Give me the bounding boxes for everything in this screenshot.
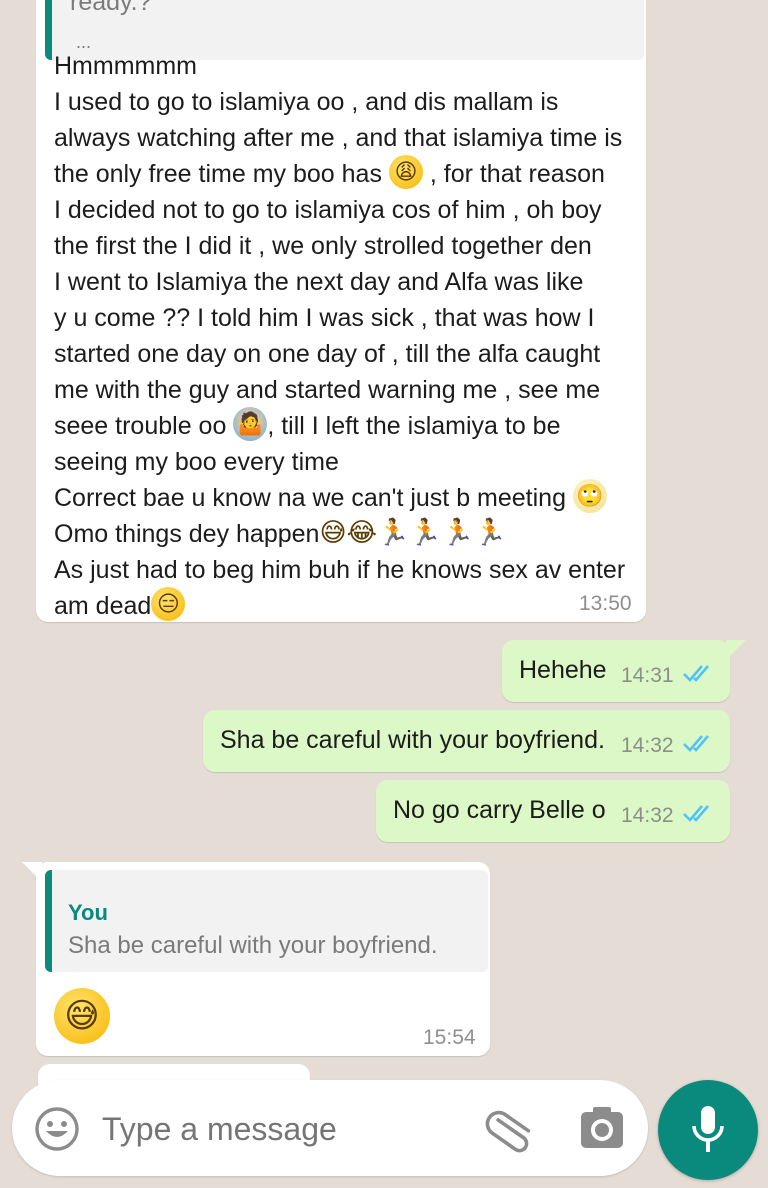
microphone-icon bbox=[692, 1106, 724, 1152]
double-check-icon bbox=[683, 805, 709, 822]
face-with-rolling-eyes-emoji: 🙄 bbox=[572, 479, 607, 514]
outgoing-message[interactable]: Sha be careful with your boyfriend. 14:3… bbox=[203, 710, 730, 772]
message-line: am dead 😑 bbox=[54, 587, 654, 624]
message-line-text: Omo things dey happen bbox=[54, 520, 320, 548]
message-time: 13:50 bbox=[579, 592, 632, 615]
message-line: y u come ?? I told him I was sick , that… bbox=[54, 300, 654, 336]
quoted-message-text: Sha be careful with your boyfriend. bbox=[68, 932, 438, 959]
outgoing-message-text: Hehehe bbox=[519, 656, 607, 684]
quoted-message[interactable]: You Sha be careful with your boyfriend. bbox=[45, 870, 488, 972]
expressionless-face-emoji: 😑 bbox=[151, 587, 186, 622]
message-line-text: am dead bbox=[54, 592, 152, 620]
quote-author: You bbox=[68, 900, 108, 925]
message-line: me with the guy and started warning me ,… bbox=[54, 372, 654, 408]
message-line: As just had to beg him buh if he knows s… bbox=[54, 552, 654, 588]
message-time: 15:54 bbox=[423, 1026, 476, 1049]
message-line-text: seee trouble oo bbox=[54, 412, 227, 440]
bubble-tail bbox=[726, 640, 746, 660]
message-text: Hmmmmmm I used to go to islamiya oo , and… bbox=[54, 48, 654, 624]
weary-face-emoji: 😩 bbox=[388, 155, 423, 190]
message-line: Correct bae u know na we can't just b me… bbox=[54, 479, 654, 516]
double-check-icon bbox=[683, 665, 709, 682]
grinning-sweat-and-joy-emojis: 😅😂🏃🏃🏃🏃 bbox=[319, 517, 507, 548]
camera-icon[interactable] bbox=[578, 1106, 626, 1150]
message-line: Omo things dey happen😅😂🏃🏃🏃🏃 bbox=[54, 516, 654, 552]
quoted-message-text: ready.? bbox=[70, 0, 152, 16]
grinning-face-with-sweat-emoji: 😅 bbox=[54, 988, 110, 1044]
message-line: the first the I did it , we only strolle… bbox=[54, 228, 654, 264]
message-line-text: the only free time my boo has bbox=[54, 160, 382, 188]
message-line: started one day on one day of , till the… bbox=[54, 336, 654, 372]
paperclip-icon[interactable] bbox=[484, 1104, 536, 1156]
incoming-reply-message[interactable]: You Sha be careful with your boyfriend. … bbox=[36, 862, 490, 1056]
smiley-icon[interactable] bbox=[34, 1106, 80, 1152]
incoming-message-long[interactable]: ready.? ... Hmmmmmm I used to go to islam… bbox=[36, 0, 646, 622]
double-check-icon bbox=[683, 735, 709, 752]
message-line-text: always watching after me , and that isla… bbox=[54, 124, 623, 152]
message-line-text: I decided not to go to islamiya cos of h… bbox=[54, 196, 602, 224]
message-line-text: me with the guy and started warning me ,… bbox=[54, 376, 601, 404]
outgoing-message[interactable]: Hehehe 14:31 bbox=[502, 640, 730, 702]
message-line-text: As just had to beg him buh if he knows s… bbox=[54, 556, 626, 584]
message-line-text: , till I left the islamiya to be bbox=[267, 412, 561, 440]
message-line-text: , for that reason bbox=[422, 160, 605, 188]
outgoing-message-text: No go carry Belle o bbox=[393, 796, 606, 824]
message-line: seeing my boo every time bbox=[54, 444, 654, 480]
voice-record-button[interactable] bbox=[658, 1080, 758, 1180]
message-line-text: seeing my boo every time bbox=[54, 448, 339, 476]
message-line: I went to Islamiya the next day and Alfa… bbox=[54, 264, 654, 300]
message-line-text: I went to Islamiya the next day and Alfa… bbox=[54, 268, 584, 296]
message-line: seee trouble oo 🤷, till I left the islam… bbox=[54, 407, 654, 444]
outgoing-message-text: Sha be careful with your boyfriend. bbox=[220, 726, 605, 754]
message-line: the only free time my boo has 😩 , for th… bbox=[54, 155, 654, 192]
outgoing-message[interactable]: No go carry Belle o 14:32 bbox=[376, 780, 730, 842]
woman-shrugging-emoji: 🤷 bbox=[233, 407, 268, 442]
message-line-text: started one day on one day of , till the… bbox=[54, 340, 601, 368]
message-line-text: y u come ?? I told him I was sick , that… bbox=[54, 304, 595, 332]
message-line: I decided not to go to islamiya cos of h… bbox=[54, 192, 654, 228]
outgoing-message-time: 14:32 bbox=[621, 804, 674, 827]
message-line: always watching after me , and that isla… bbox=[54, 120, 654, 156]
outgoing-message-time: 14:31 bbox=[621, 664, 674, 687]
message-line: Hmmmmmm bbox=[54, 48, 654, 84]
message-line-text: I used to go to islamiya oo , and dis ma… bbox=[54, 88, 559, 116]
message-input[interactable] bbox=[100, 1106, 464, 1152]
message-line-text: the first the I did it , we only strolle… bbox=[54, 232, 592, 260]
outgoing-message-time: 14:32 bbox=[621, 734, 674, 757]
message-line: I used to go to islamiya oo , and dis ma… bbox=[54, 84, 654, 120]
message-line-text: Hmmmmmm bbox=[54, 52, 198, 80]
message-line-text: Correct bae u know na we can't just b me… bbox=[54, 484, 566, 512]
message-composer bbox=[12, 1080, 648, 1176]
